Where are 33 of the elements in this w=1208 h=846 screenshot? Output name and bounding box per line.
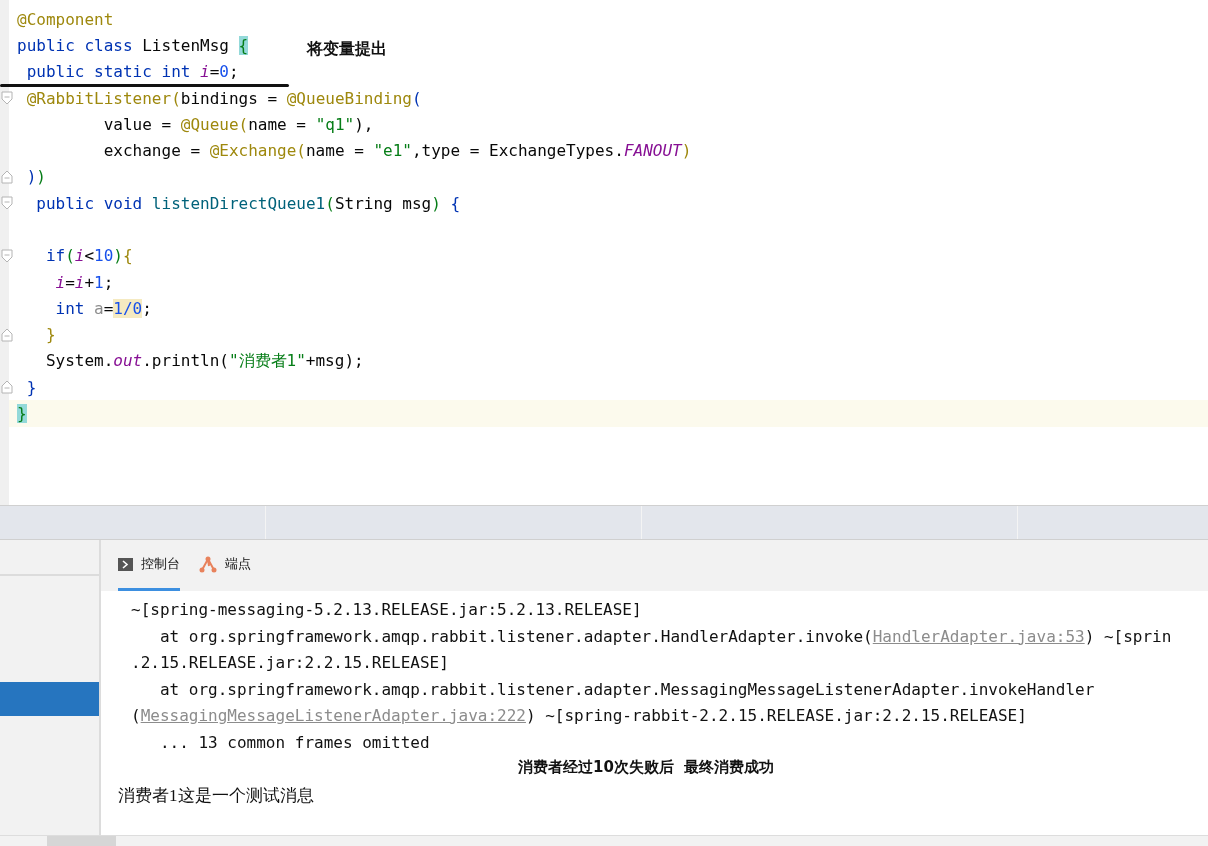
code-line: } — [44, 325, 56, 345]
fold-marker-icon[interactable] — [1, 327, 13, 342]
fold-marker-icon[interactable] — [1, 248, 13, 263]
code-line: @Component — [17, 9, 114, 29]
terminal-icon — [118, 557, 133, 571]
nodes-icon — [199, 555, 217, 573]
code-line: System.out.println("消费者1"+msg); — [44, 350, 364, 372]
code-line: @RabbitListener(bindings = @QueueBinding( — [25, 88, 422, 108]
code-line: } — [25, 377, 37, 397]
code-line: exchange = @Exchange(name = "e1",type = ExchangeTypes.FANOUT) — [102, 141, 692, 161]
fold-marker-icon[interactable] — [1, 169, 13, 184]
code-line: if(i<10){ — [44, 246, 133, 266]
code-line: int a=1/0; — [54, 298, 152, 318]
fold-marker-icon[interactable] — [1, 90, 13, 105]
panel-tab[interactable]: 控制台 — [118, 540, 180, 591]
log-line: at org.springframework.amqp.rabbit.listener.adapter.MessagingMessageListenerAdapter.invokeHandler — [158, 678, 1096, 701]
annotation-text: 消费者经过10次失败后 最终消费成功 — [518, 758, 775, 778]
code-line: public void listenDirectQueue1(String msg) { — [35, 193, 461, 213]
output-line: 消费者1这是一个测试消息 — [118, 785, 314, 807]
log-line: ... 13 common frames omitted — [158, 731, 431, 754]
fold-marker-icon[interactable] — [1, 196, 13, 211]
code-line: public class ListenMsg { — [17, 35, 249, 55]
log-line: at org.springframework.amqp.rabbit.listener.adapter.HandlerAdapter.invoke(HandlerAdapter.java:53) ~[sprin — [158, 625, 1173, 648]
log-line: (MessagingMessageListenerAdapter.java:222) ~[spring-rabbit-2.2.15.RELEASE.jar:2.2.15.RELEASE] — [131, 705, 1028, 727]
log-line: ~[spring-messaging-5.2.13.RELEASE.jar:5.2.13.RELEASE] — [131, 599, 643, 621]
code-line: value = @Queue(name = "q1"), — [102, 114, 374, 134]
code-line: )) — [25, 167, 46, 187]
panel-tab[interactable]: 端点 — [199, 540, 251, 591]
code-line: i=i+1; — [54, 272, 114, 292]
log-line: .2.15.RELEASE.jar:2.2.15.RELEASE] — [131, 652, 450, 674]
fold-marker-icon[interactable] — [1, 380, 13, 395]
annotation-text: 将变量提出 — [307, 38, 387, 60]
code-line: public static int i=0; — [25, 62, 239, 82]
